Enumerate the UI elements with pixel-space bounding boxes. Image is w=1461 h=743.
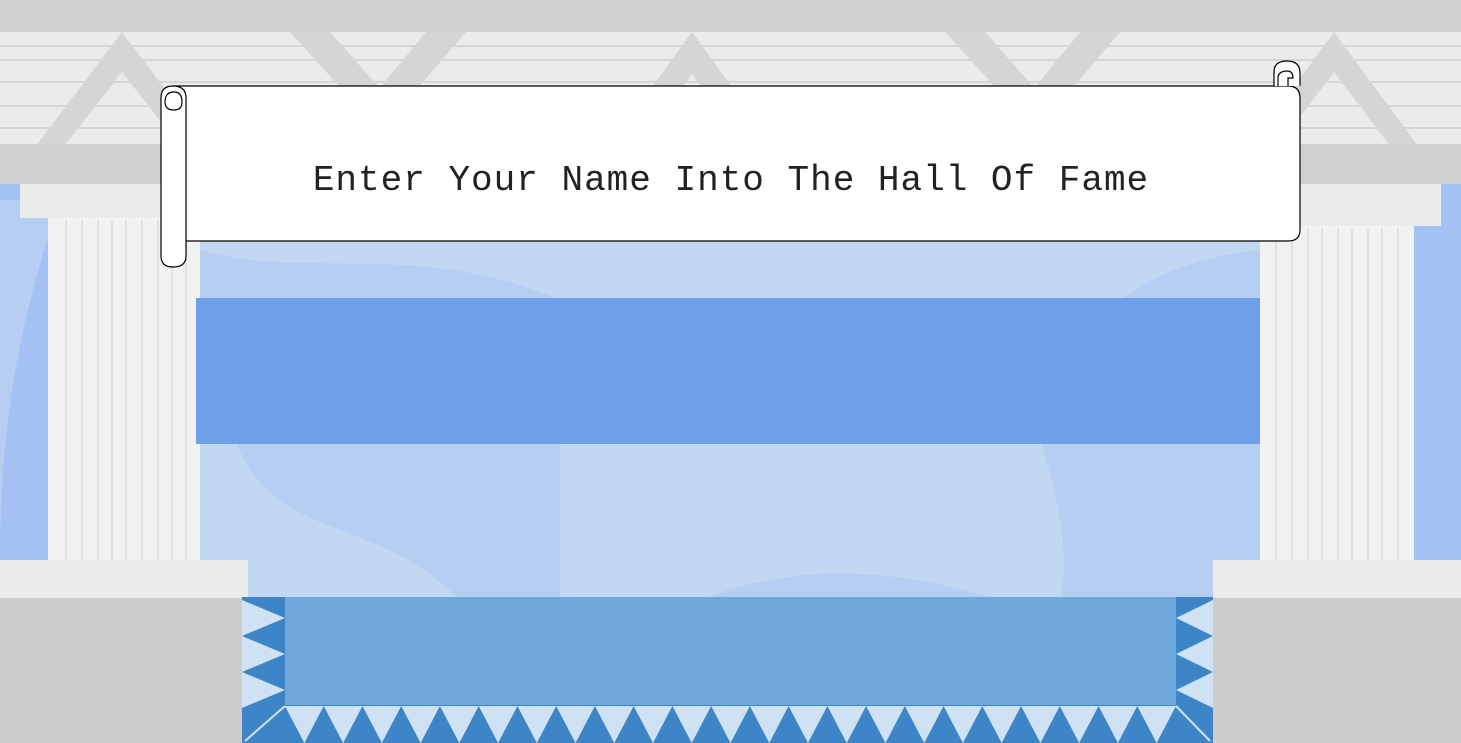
right-column-shaft xyxy=(1260,226,1414,562)
banner-title: Enter Your Name Into The Hall Of Fame xyxy=(312,159,1150,201)
rug-bottom-triangles xyxy=(285,706,1176,743)
right-floor xyxy=(1213,598,1461,743)
right-column-base xyxy=(1213,560,1461,598)
left-column-base xyxy=(0,560,248,598)
roof-band xyxy=(0,0,1461,32)
left-floor xyxy=(0,598,244,743)
rug-center-panel[interactable] xyxy=(285,597,1176,705)
name-entry-field[interactable] xyxy=(196,298,1260,444)
scroll-banner: Enter Your Name Into The Hall Of Fame xyxy=(160,60,1302,270)
